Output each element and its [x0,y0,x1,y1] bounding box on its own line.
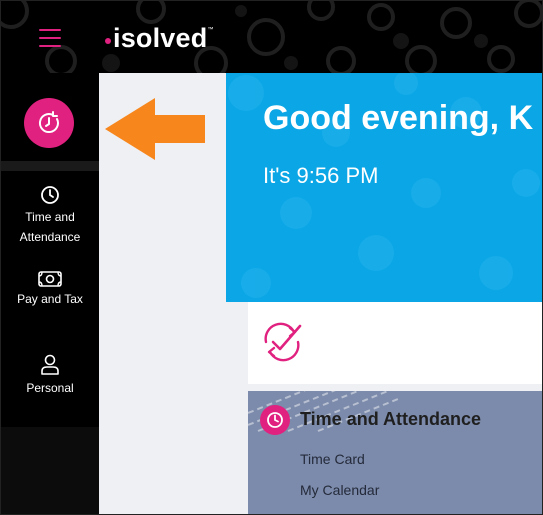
bubble-pattern [1,1,542,73]
top-bar: isolved ™ [1,1,542,73]
isolved-logo: isolved ™ [105,21,213,55]
quick-action-card[interactable] [248,302,542,384]
time-card-link[interactable]: Time Card [300,451,365,467]
sidebar-footer [1,427,99,514]
logo-text: isolved [113,22,208,53]
logo-trademark: ™ [207,27,214,33]
time-attendance-card-icon [260,405,290,435]
money-icon [38,271,62,287]
clock-icon [267,412,283,428]
sidebar-item-label: Time and [25,210,75,224]
app-window: isolved ™ Time and Attendance Pay and Ta… [0,0,543,515]
sidebar-divider [1,161,99,171]
sidebar-item-personal[interactable]: Personal [1,354,99,398]
clock-refresh-icon [39,111,59,133]
time-and-attendance-card: Time and Attendance Time Card My Calenda… [248,391,542,514]
clock-icon [41,186,59,204]
sidebar-item-pay-and-tax[interactable]: Pay and Tax [1,271,99,309]
check-refresh-icon [264,322,302,362]
sidebar: Time and Attendance Pay and Tax Personal [1,73,99,514]
sidebar-active-button[interactable] [24,98,74,148]
logo-dot [105,38,111,44]
arrow-left-icon [105,98,205,160]
sidebar-item-label: Attendance [19,230,81,244]
current-time-text: It's 9:56 PM [263,163,379,188]
greeting-title: Good evening, K [263,99,534,137]
greeting-banner: Good evening, K It's 9:56 PM [226,73,542,302]
my-calendar-link[interactable]: My Calendar [300,482,379,498]
sidebar-item-time-and-attendance[interactable]: Time and Attendance [1,185,99,247]
sidebar-item-label: Pay and Tax [17,292,83,306]
person-icon [41,354,59,375]
sidebar-item-label: Personal [26,381,74,395]
menu-button[interactable] [39,29,61,47]
card-title: Time and Attendance [300,409,482,429]
